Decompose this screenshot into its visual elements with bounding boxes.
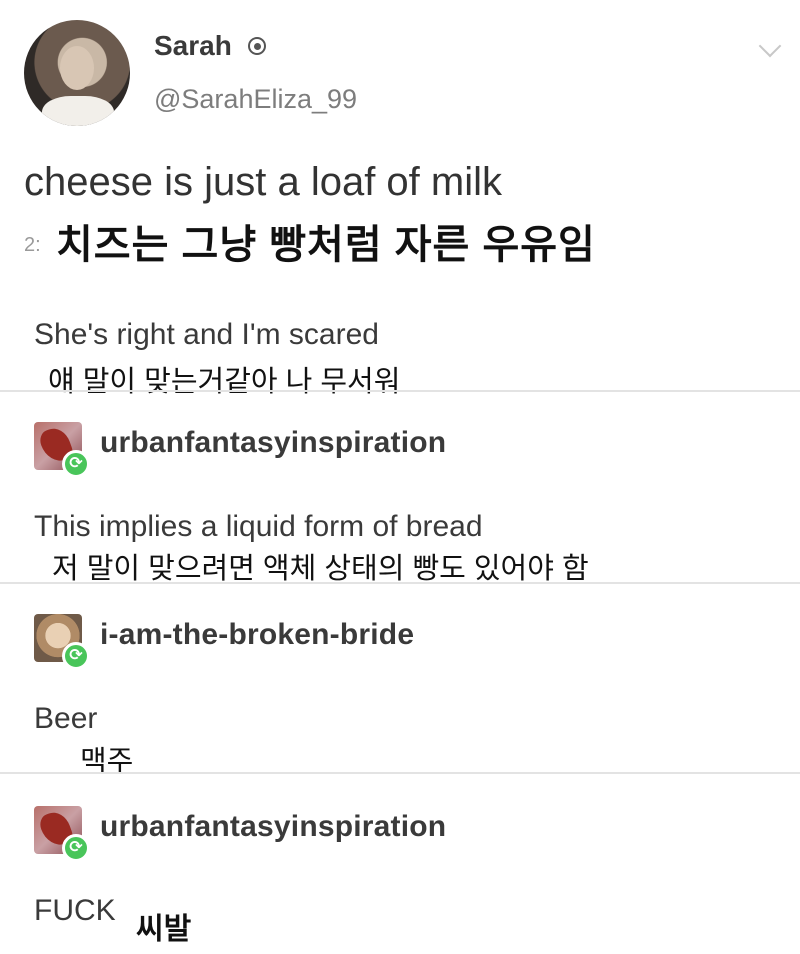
post-text: This implies a liquid form of bread bbox=[34, 510, 483, 543]
avatar[interactable] bbox=[24, 20, 130, 126]
tweet-translation: 치즈는 그냥 빵처럼 자른 우유임 bbox=[52, 212, 600, 270]
blog-row: ⟳ urbanfantasyinspiration bbox=[34, 422, 634, 478]
blog-row: ⟳ urbanfantasyinspiration bbox=[34, 806, 634, 862]
divider bbox=[0, 772, 800, 774]
tweet-text: cheese is just a loaf of milk bbox=[24, 160, 502, 204]
post-text: Beer bbox=[34, 702, 98, 735]
post-translation: 저 말이 맞으려면 액체 상태의 빵도 있어야 함 bbox=[48, 545, 593, 587]
post-text: FUCK bbox=[34, 894, 116, 927]
divider bbox=[0, 582, 800, 584]
user-handle[interactable]: @SarahEliza_99 bbox=[154, 84, 357, 115]
verified-icon bbox=[248, 37, 266, 55]
post-text: She's right and I'm scared bbox=[34, 318, 379, 351]
tweet-timestamp: 2: bbox=[24, 234, 41, 256]
reblog-icon: ⟳ bbox=[62, 834, 90, 862]
blog-name[interactable]: urbanfantasyinspiration bbox=[100, 426, 446, 460]
display-name[interactable]: Sarah bbox=[154, 30, 232, 62]
post-translation: 씨발 bbox=[132, 904, 196, 948]
avatar-face bbox=[60, 46, 94, 90]
blog-name[interactable]: urbanfantasyinspiration bbox=[100, 810, 446, 844]
chevron-down-icon[interactable] bbox=[758, 34, 782, 58]
blog-row: ⟳ i-am-the-broken-bride bbox=[34, 614, 634, 670]
divider bbox=[0, 390, 800, 392]
reblog-icon: ⟳ bbox=[62, 642, 90, 670]
blog-name[interactable]: i-am-the-broken-bride bbox=[100, 618, 414, 652]
avatar-shirt bbox=[42, 96, 114, 126]
post-translation: 얘 말이 맞는거같아 나 무서워 bbox=[44, 358, 405, 400]
reblog-icon: ⟳ bbox=[62, 450, 90, 478]
